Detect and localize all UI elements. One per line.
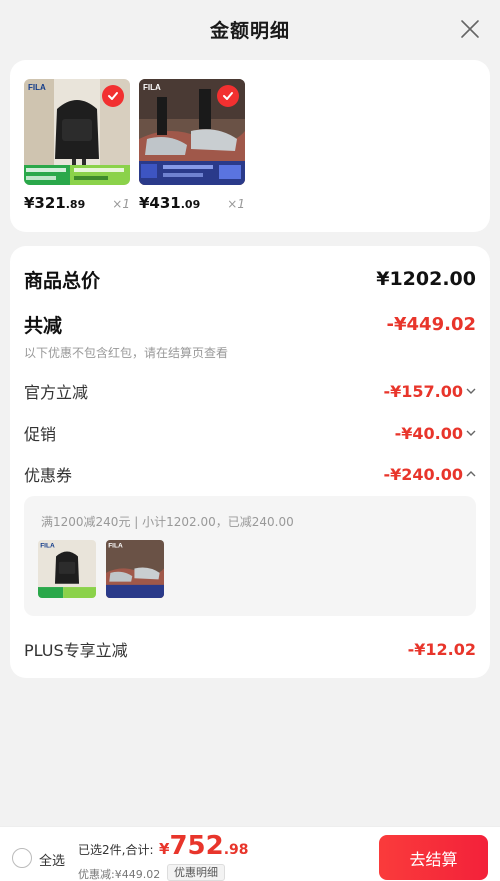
plus-discount-label: PLUS专享立减	[24, 641, 128, 660]
promotion-label: 促销	[24, 425, 57, 444]
product-price-row: ¥321.89 ×1	[24, 194, 130, 214]
total-price-row: 商品总价 ¥1202.00	[24, 266, 476, 292]
discount-detail-button[interactable]: 优惠明细	[167, 864, 225, 881]
total-discount-label: 共减	[24, 314, 63, 337]
close-icon[interactable]	[460, 19, 480, 39]
promotion-row[interactable]: 促销 -¥40.00	[24, 422, 476, 444]
product-price: ¥321.89	[24, 194, 86, 212]
coupon-product-thumb: FILA	[38, 540, 96, 598]
selected-summary: 已选2件,合计:	[78, 843, 154, 857]
official-discount-row[interactable]: 官方立减 -¥157.00	[24, 380, 476, 402]
plus-discount-row: PLUS专享立减 -¥12.02	[24, 638, 476, 661]
official-discount-label: 官方立减	[24, 383, 89, 402]
chevron-up-icon[interactable]	[466, 469, 476, 479]
product-image[interactable]: FILA	[139, 79, 245, 185]
plus-discount-value: -¥12.02	[407, 639, 476, 659]
total-discount-row: 共减 -¥449.02	[24, 311, 476, 337]
coupon-row[interactable]: 优惠券 -¥240.00	[24, 463, 476, 485]
total-discount-value: -¥449.02	[386, 313, 476, 335]
checkout-button[interactable]: 去结算	[379, 835, 488, 880]
product-image[interactable]: FILA	[24, 79, 130, 185]
product-price-row: ¥431.09 ×1	[139, 194, 245, 214]
official-discount-value: -¥157.00	[383, 382, 476, 401]
coupon-description: 满1200减240元 | 小计1202.00，已减240.00	[41, 515, 294, 529]
selected-check-icon[interactable]	[102, 85, 124, 107]
discount-note: 以下优惠不包含红包，请在结算页查看	[24, 346, 229, 360]
page-title: 金额明细	[209, 19, 290, 42]
coupon-detail-box: 满1200减240元 | 小计1202.00，已减240.00 FILA FIL…	[24, 496, 476, 616]
promotion-value: -¥40.00	[395, 424, 476, 443]
product-quantity: ×1	[112, 197, 130, 211]
product-price: ¥431.09	[139, 194, 201, 212]
select-all-label[interactable]: 全选	[39, 850, 65, 869]
svg-text:FILA: FILA	[28, 83, 46, 92]
selected-check-icon[interactable]	[217, 85, 239, 107]
saved-amount: 优惠减:¥449.02	[78, 868, 161, 881]
total-price-value: ¥1202.00	[376, 268, 476, 290]
coupon-product-thumb: FILA	[106, 540, 164, 598]
product-list-card: FILA ¥321.89 ×1 FILA ¥431.09 ×1	[10, 60, 490, 232]
svg-text:FILA: FILA	[108, 543, 123, 550]
coupon-label: 优惠券	[24, 466, 73, 485]
product-item[interactable]: FILA ¥431.09 ×1	[139, 79, 245, 212]
total-price-label: 商品总价	[24, 269, 101, 292]
amount-details-card: 商品总价 ¥1202.00 共减 -¥449.02 以下优惠不包含红包，请在结算…	[10, 246, 490, 678]
header: 金额明细	[0, 0, 500, 58]
coupon-value: -¥240.00	[383, 465, 476, 484]
chevron-down-icon[interactable]	[466, 428, 476, 438]
svg-text:FILA: FILA	[40, 543, 55, 550]
chevron-down-icon[interactable]	[466, 386, 476, 396]
svg-text:FILA: FILA	[143, 83, 161, 92]
product-quantity: ×1	[227, 197, 245, 211]
select-all-radio[interactable]	[12, 848, 32, 868]
product-item[interactable]: FILA ¥321.89 ×1	[24, 79, 130, 212]
checkout-bar: 全选 已选2件,合计: ¥752.98 优惠减:¥449.02 优惠明细 去结算	[0, 826, 500, 881]
total-payable: ¥752.98	[159, 831, 249, 861]
